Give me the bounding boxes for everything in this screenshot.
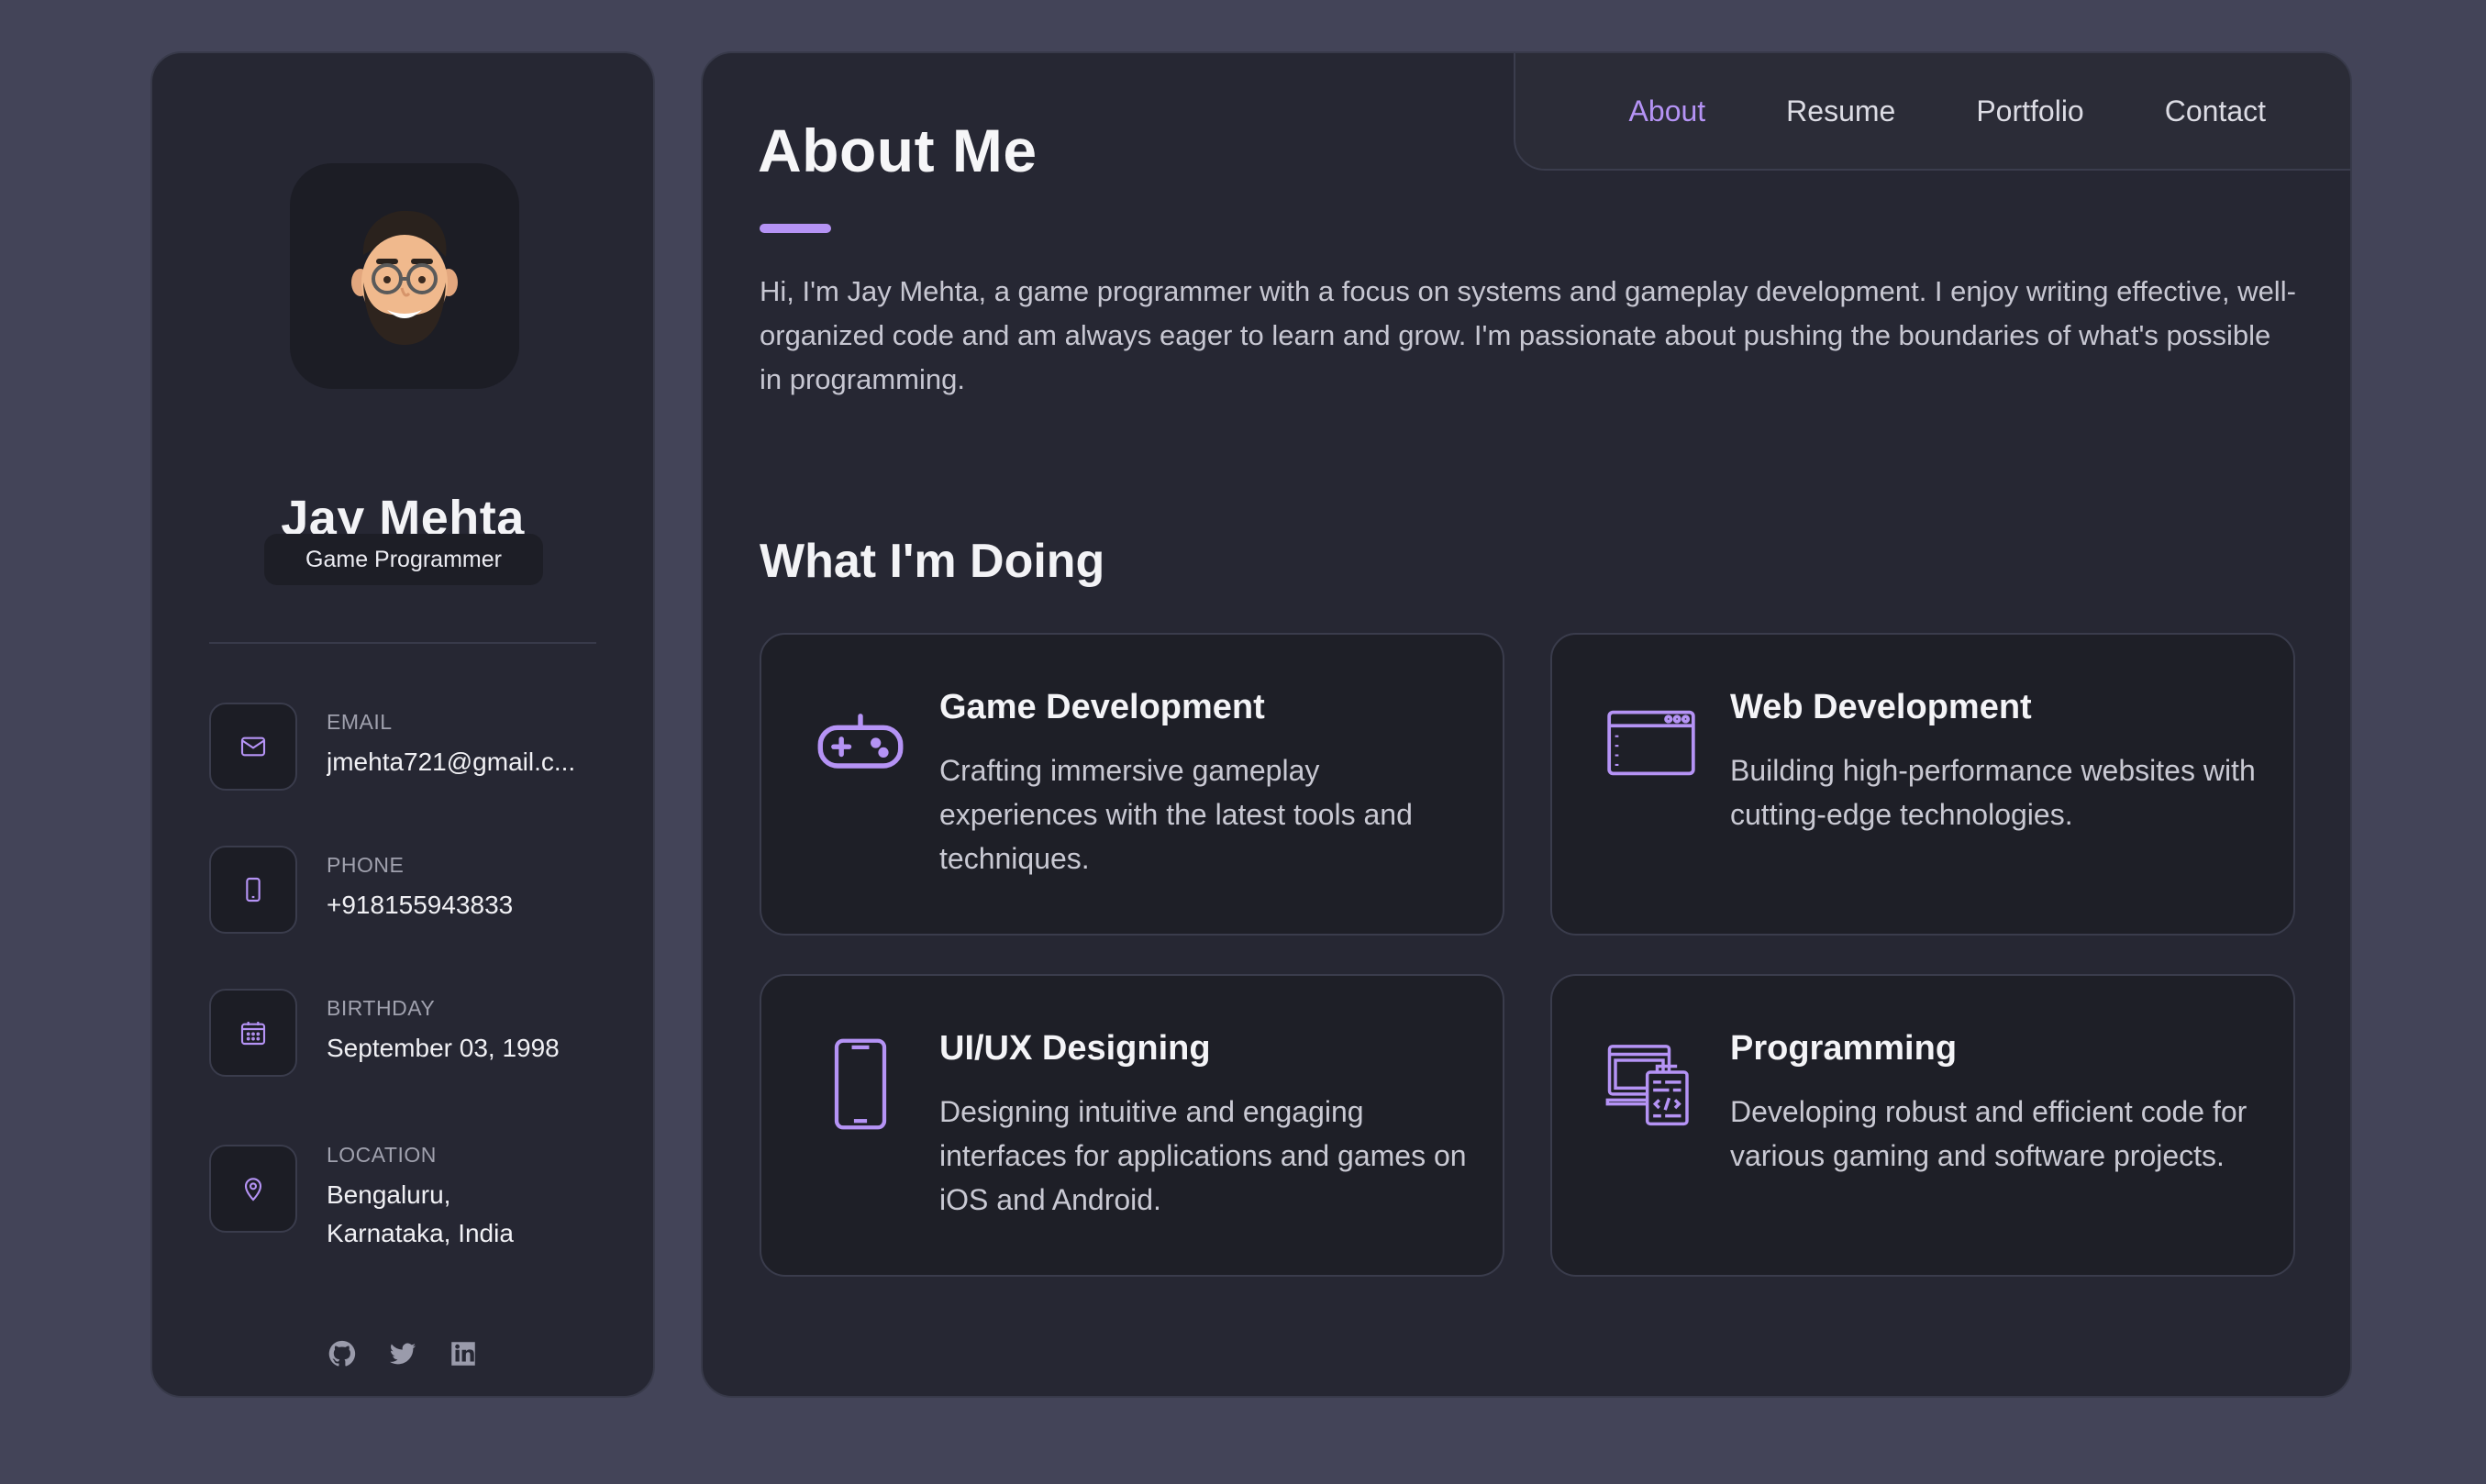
location-value: Bengaluru, Karnataka, India: [327, 1180, 514, 1247]
email-link[interactable]: jmehta721@gmail.c...: [327, 743, 611, 781]
service-card-programming: Programming Developing robust and effici…: [1550, 974, 2295, 1277]
service-title: Game Development: [939, 688, 1265, 726]
location-pin-icon: [209, 1145, 297, 1233]
nav-resume[interactable]: Resume: [1786, 94, 1895, 128]
birthday-value: September 03, 1998: [327, 1034, 560, 1062]
calendar-icon: [209, 989, 297, 1077]
sidebar-divider: [209, 642, 596, 644]
page-title: About Me: [758, 116, 1038, 184]
nav-about[interactable]: About: [1629, 94, 1706, 128]
title-underline: [760, 224, 831, 233]
twitter-icon[interactable]: [386, 1337, 419, 1370]
birthday-label: BIRTHDAY: [327, 996, 436, 1020]
service-card-uiux-designing: UI/UX Designing Designing intuitive and …: [760, 974, 1504, 1277]
code-monitor-icon: [1604, 1036, 1699, 1132]
profile-sidebar: Jay Mehta Game Programmer EMAIL jmehta72…: [150, 51, 655, 1398]
mail-icon: [209, 703, 297, 791]
service-desc: Building high-performance websites with …: [1730, 754, 2256, 831]
service-title: UI/UX Designing: [939, 1029, 1211, 1068]
nav-portfolio[interactable]: Portfolio: [1976, 94, 2083, 128]
service-title: Web Development: [1730, 688, 2032, 726]
main-panel: About Resume Portfolio Contact About Me …: [701, 51, 2352, 1398]
page: Jay Mehta Game Programmer EMAIL jmehta72…: [0, 0, 2486, 1484]
nav-contact[interactable]: Contact: [2165, 94, 2266, 128]
gamepad-icon: [813, 695, 908, 791]
avatar: [290, 163, 519, 389]
services-title: What I'm Doing: [760, 535, 1105, 588]
service-card-web-development: Web Development Building high-performanc…: [1550, 633, 2295, 936]
smartphone-icon: [813, 1036, 908, 1132]
top-navbar: About Resume Portfolio Contact: [1514, 53, 2350, 171]
service-card-game-development: Game Development Crafting immersive game…: [760, 633, 1504, 936]
memoji-avatar-icon: [351, 210, 458, 345]
social-links: [152, 1337, 653, 1370]
phone-icon: [209, 846, 297, 934]
service-desc: Developing robust and efficient code for…: [1730, 1095, 2247, 1172]
github-icon[interactable]: [326, 1337, 359, 1370]
phone-link[interactable]: +918155943833: [327, 886, 611, 925]
phone-label: PHONE: [327, 853, 405, 877]
role-badge: Game Programmer: [264, 534, 543, 585]
service-title: Programming: [1730, 1029, 1958, 1068]
location-label: LOCATION: [327, 1143, 437, 1167]
service-desc: Designing intuitive and engaging interfa…: [939, 1095, 1467, 1216]
service-desc: Crafting immersive gameplay experiences …: [939, 754, 1413, 875]
browser-window-icon: [1604, 695, 1699, 791]
intro-text: Hi, I'm Jay Mehta, a game programmer wit…: [760, 275, 2296, 395]
email-label: EMAIL: [327, 710, 393, 734]
linkedin-icon[interactable]: [447, 1337, 480, 1370]
